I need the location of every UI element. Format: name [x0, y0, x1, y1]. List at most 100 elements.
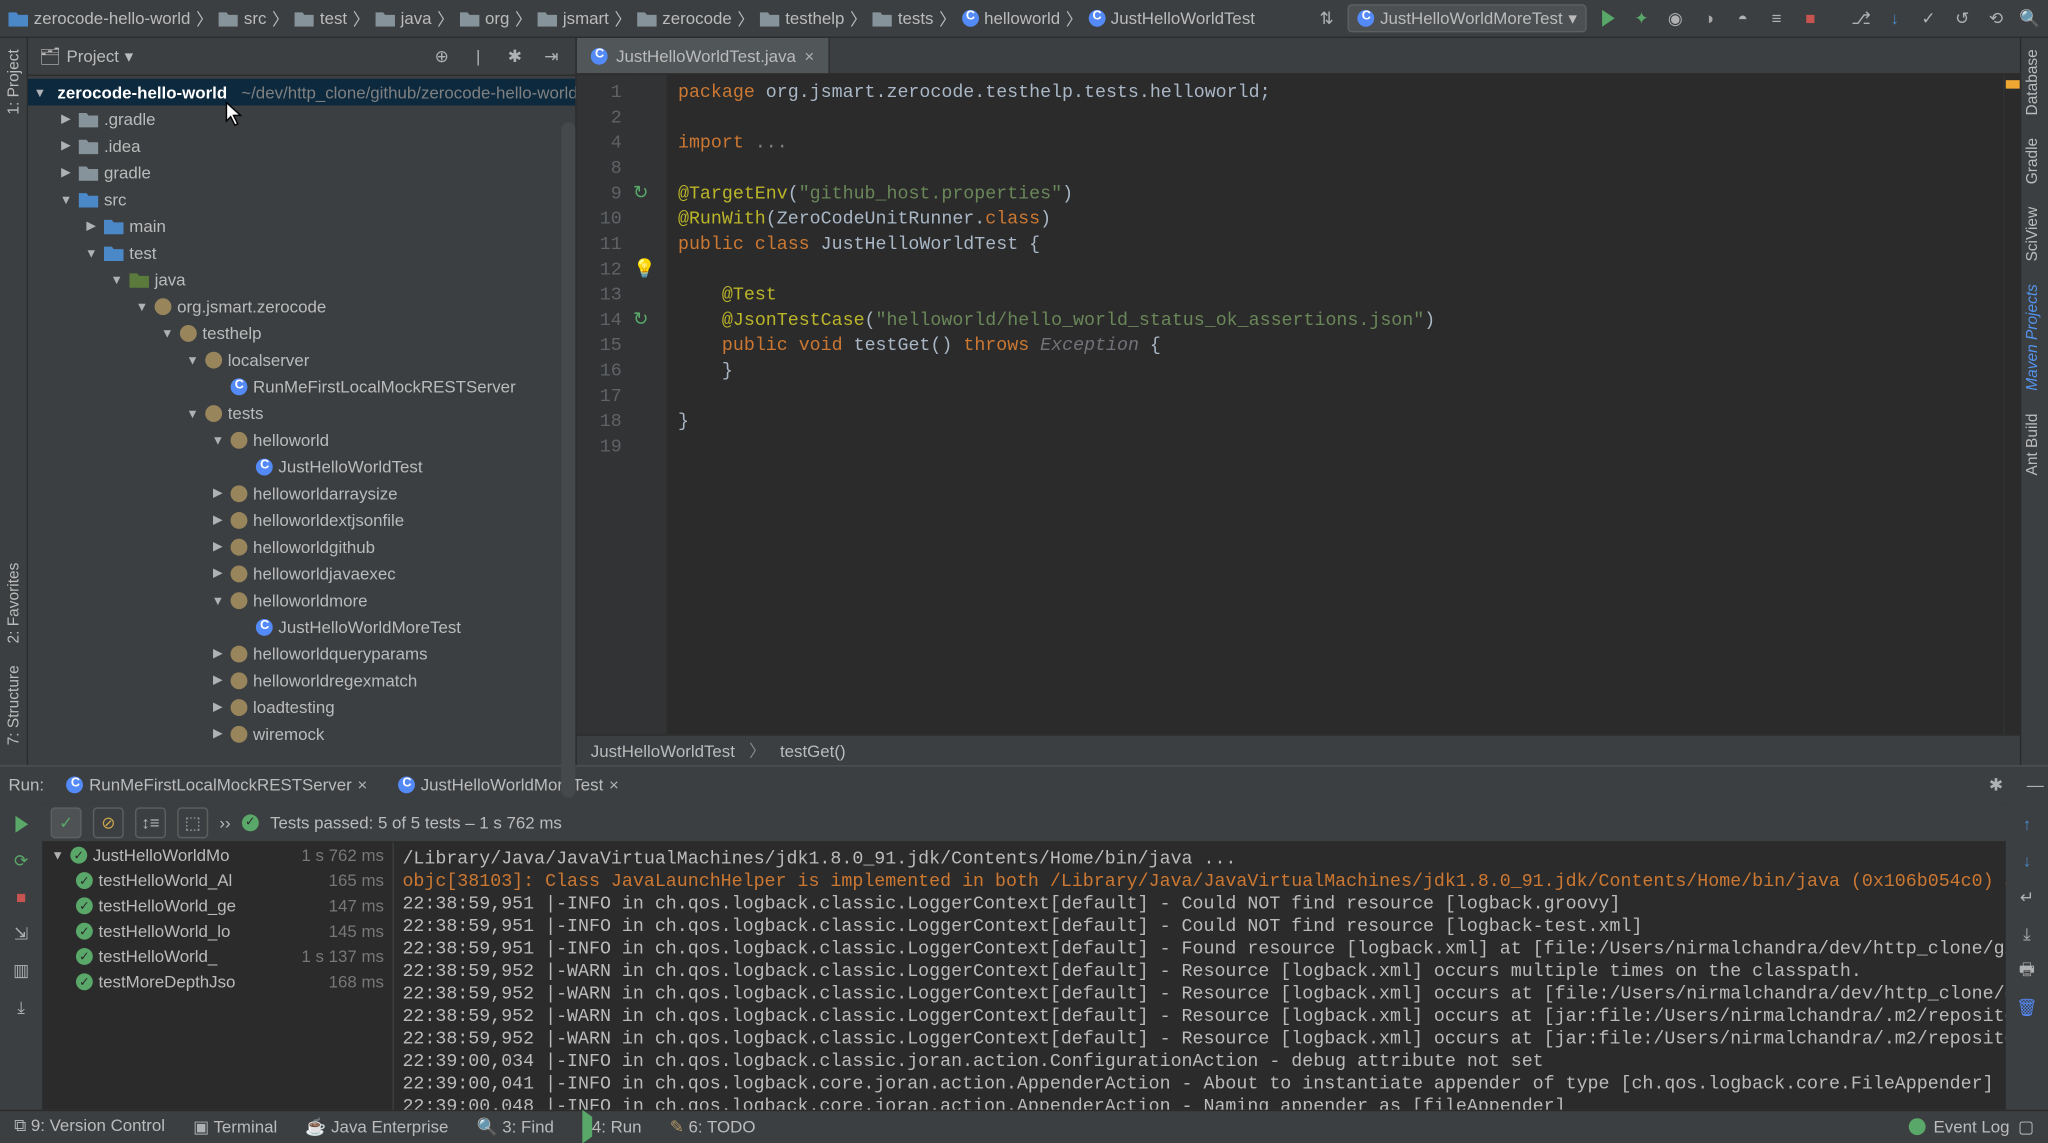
code-editor[interactable]: package org.jsmart.zerocode.testhelp.tes…: [667, 75, 2003, 735]
tree-row[interactable]: JustHelloWorldTest: [28, 453, 575, 480]
tree-row[interactable]: ▶helloworldjavaexec: [28, 560, 575, 587]
breadcrumb-item[interactable]: src: [216, 8, 269, 28]
collapse-icon[interactable]: |: [466, 44, 491, 69]
tree-row[interactable]: ▼helloworldmore: [28, 587, 575, 614]
editor-breadcrumbs[interactable]: JustHelloWorldTest 〉 testGet(): [577, 734, 2020, 765]
expand-arrow-icon[interactable]: ▼: [59, 192, 73, 206]
tree-row[interactable]: ▶loadtesting: [28, 693, 575, 720]
expand-arrow-icon[interactable]: ▼: [186, 352, 200, 366]
expand-arrow-icon[interactable]: ▼: [110, 272, 124, 286]
breadcrumb-class[interactable]: JustHelloWorldTest: [591, 741, 735, 761]
expand-arrow-icon[interactable]: ▶: [211, 726, 225, 741]
tree-row[interactable]: ▼test: [28, 239, 575, 266]
chevron-down-icon[interactable]: ▾: [125, 46, 133, 66]
expand-arrow-icon[interactable]: ▼: [186, 406, 200, 420]
hide-icon[interactable]: ⇥: [539, 44, 564, 69]
print-button[interactable]: 🖶: [2014, 958, 2039, 983]
show-ignored-button[interactable]: ⊘: [93, 807, 124, 838]
breadcrumb-item[interactable]: jsmart: [535, 8, 612, 28]
gutter-icon-column[interactable]: ↻💡↻: [633, 75, 667, 735]
gear-icon[interactable]: ✱: [1983, 772, 2008, 797]
expand-arrow-icon[interactable]: ▶: [211, 565, 225, 580]
expand-arrow-icon[interactable]: ▶: [59, 111, 73, 126]
tree-row[interactable]: ▼zerocode-hello-world~/dev/http_clone/gi…: [28, 79, 575, 106]
tree-row[interactable]: ▶helloworldregexmatch: [28, 667, 575, 694]
expand-arrow-icon[interactable]: ▼: [211, 433, 225, 447]
tree-row[interactable]: ▼testhelp: [28, 319, 575, 346]
status-find[interactable]: 🔍 3: Find: [477, 1116, 554, 1136]
stop-run-button[interactable]: ■: [8, 885, 33, 910]
clear-button[interactable]: 🗑: [2014, 994, 2039, 1019]
close-icon[interactable]: ×: [609, 775, 619, 795]
test-result-row[interactable]: ✓testMoreDepthJso168 ms: [42, 969, 392, 994]
scroll-to-end-button[interactable]: ⤓: [2014, 921, 2039, 946]
expand-arrow-icon[interactable]: ▶: [59, 165, 73, 180]
breadcrumb-item[interactable]: tests: [870, 8, 937, 28]
breadcrumb-item[interactable]: testhelp: [757, 8, 847, 28]
tool-tab-ant[interactable]: Ant Build: [2021, 402, 2048, 486]
tree-row[interactable]: ▶main: [28, 212, 575, 239]
tree-row[interactable]: ▼src: [28, 186, 575, 213]
tree-row[interactable]: ▼localserver: [28, 346, 575, 373]
expand-arrow-icon[interactable]: ▼: [84, 245, 98, 259]
expand-arrow-icon[interactable]: ▶: [211, 512, 225, 527]
tool-tab-gradle[interactable]: Gradle: [2021, 127, 2048, 196]
tool-tab-sciview[interactable]: SciView: [2021, 196, 2048, 273]
tool-tab-database[interactable]: Database: [2021, 38, 2048, 127]
tool-tab-structure[interactable]: 7: Structure: [2, 654, 25, 756]
editor-tab-active[interactable]: JustHelloWorldTest.java ×: [577, 38, 830, 73]
tree-row[interactable]: ▶helloworldgithub: [28, 533, 575, 560]
git-update-icon[interactable]: ↓: [1882, 6, 1907, 31]
event-log-button[interactable]: Event Log: [1934, 1116, 2010, 1136]
run-button[interactable]: [1595, 6, 1620, 31]
breadcrumb-item[interactable]: java: [372, 8, 434, 28]
show-passed-button[interactable]: ✓: [51, 807, 82, 838]
search-everywhere-icon[interactable]: 🔍: [2017, 6, 2042, 31]
expand-arrow-icon[interactable]: ▶: [59, 138, 73, 153]
status-javaee[interactable]: ☕ Java Enterprise: [305, 1116, 448, 1136]
expand-arrow-icon[interactable]: ▼: [211, 593, 225, 607]
expand-arrow-icon[interactable]: ▶: [211, 646, 225, 661]
tree-row[interactable]: ▶wiremock: [28, 720, 575, 747]
git-commit-icon[interactable]: ✓: [1916, 6, 1941, 31]
git-history-icon[interactable]: ↺: [1950, 6, 1975, 31]
project-view-label[interactable]: Project: [66, 46, 119, 66]
close-tab-icon[interactable]: ×: [804, 46, 814, 66]
debug-button[interactable]: ✦: [1629, 6, 1654, 31]
toggle-auto-button[interactable]: ⟳: [8, 848, 33, 873]
hide-run-icon[interactable]: —: [2023, 772, 2048, 797]
run-tab-1[interactable]: RunMeFirstLocalMockRESTServer×: [58, 775, 376, 795]
rerun-button[interactable]: [8, 812, 33, 837]
stop-button[interactable]: ■: [1798, 6, 1823, 31]
status-indicator-icon[interactable]: ▢: [2018, 1116, 2034, 1136]
more-button[interactable]: ≡: [1764, 6, 1789, 31]
tree-row[interactable]: RunMeFirstLocalMockRESTServer: [28, 373, 575, 400]
breadcrumb-item[interactable]: test: [292, 8, 350, 28]
run-tab-2[interactable]: JustHelloWorldMoreTest×: [390, 775, 627, 795]
breadcrumb-item[interactable]: zerocode: [634, 8, 734, 28]
status-vcs[interactable]: ⧉ 9: Version Control: [14, 1115, 165, 1136]
tool-tab-favorites[interactable]: 2: Favorites: [2, 551, 25, 654]
breadcrumb-item[interactable]: helloworld: [959, 8, 1063, 28]
profile-button[interactable]: ◑: [1696, 6, 1721, 31]
tree-row[interactable]: ▼tests: [28, 399, 575, 426]
git-branch-icon[interactable]: ⎇: [1848, 6, 1873, 31]
test-result-row[interactable]: ✓testHelloWorld_ge147 ms: [42, 893, 392, 918]
git-revert-icon[interactable]: ⟲: [1983, 6, 2008, 31]
console-output[interactable]: /Library/Java/JavaVirtualMachines/jdk1.8…: [394, 843, 2006, 1110]
tool-tab-project[interactable]: 1: Project: [2, 38, 25, 126]
status-todo[interactable]: ✎ 6: TODO: [670, 1116, 756, 1136]
test-result-row[interactable]: ▼✓JustHelloWorldMo1 s 762 ms: [42, 843, 392, 868]
sort-button[interactable]: ↕≡: [135, 807, 166, 838]
test-result-row[interactable]: ✓testHelloWorld_1 s 137 ms: [42, 944, 392, 969]
export-button[interactable]: ⤓: [8, 994, 33, 1019]
test-result-tree[interactable]: ▼✓JustHelloWorldMo1 s 762 ms ✓testHelloWo…: [42, 843, 394, 1110]
attach-button[interactable]: ◓: [1730, 6, 1755, 31]
tree-row[interactable]: ▶helloworldarraysize: [28, 480, 575, 507]
tree-row[interactable]: ▼helloworld: [28, 426, 575, 453]
status-run[interactable]: 4: Run: [582, 1116, 642, 1136]
expand-arrow-icon[interactable]: ▼: [135, 299, 149, 313]
coverage-button[interactable]: ◉: [1663, 6, 1688, 31]
tree-row[interactable]: JustHelloWorldMoreTest: [28, 613, 575, 640]
locate-icon[interactable]: ⊕: [429, 44, 454, 69]
